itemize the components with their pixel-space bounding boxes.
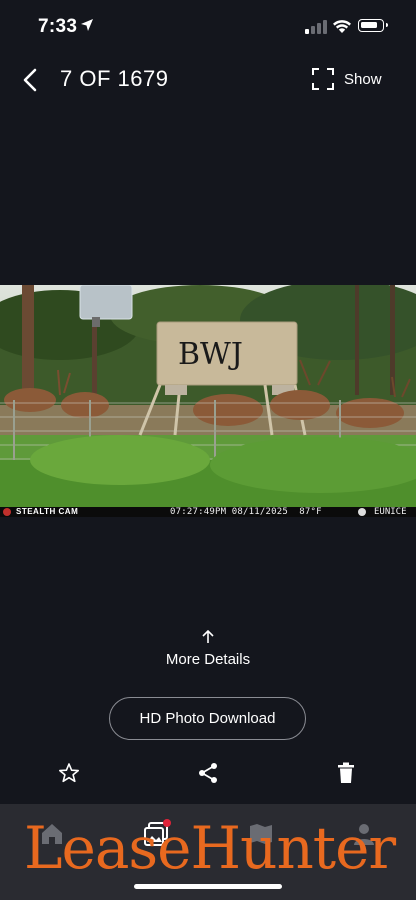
home-indicator[interactable] bbox=[134, 884, 282, 889]
photo-scene: BWJ bbox=[0, 285, 416, 507]
arrow-up-icon bbox=[202, 629, 214, 643]
fullscreen-icon bbox=[312, 68, 334, 90]
show-label: Show bbox=[344, 70, 382, 88]
star-icon[interactable] bbox=[58, 762, 80, 784]
photo-counter: 7 OF 1679 bbox=[60, 66, 169, 91]
back-button[interactable] bbox=[18, 66, 44, 94]
wifi-icon bbox=[333, 20, 351, 33]
leasehunter-watermark: LeaseHunter bbox=[24, 814, 396, 882]
battery-icon bbox=[358, 19, 388, 32]
camera-brand: STEALTH CAM bbox=[16, 507, 79, 516]
chevron-left-icon bbox=[23, 68, 37, 92]
camera-info-strip: STEALTH CAM 07:27:49PM 08/11/2025 87°F E… bbox=[0, 507, 416, 517]
trail-camera-photo[interactable]: BWJ STEALTH CAM 07:27:49PM 08/11/2025 87… bbox=[0, 285, 416, 517]
hd-photo-download-button[interactable]: HD Photo Download bbox=[109, 697, 306, 740]
more-details-label: More Details bbox=[165, 651, 251, 668]
show-fullscreen-button[interactable]: Show bbox=[312, 68, 382, 90]
moon-phase-icon bbox=[358, 508, 366, 516]
status-time: 7:33 bbox=[38, 16, 78, 37]
camera-time: 07:27:49PM 08/11/2025 bbox=[170, 507, 288, 517]
status-bar: 7:33 bbox=[0, 0, 416, 56]
trash-icon[interactable] bbox=[337, 762, 355, 784]
stealth-cam-logo-icon bbox=[3, 508, 11, 516]
photo-actions bbox=[0, 760, 416, 790]
feeder-logo-text: BWJ bbox=[178, 337, 243, 372]
camera-temperature: 87°F bbox=[299, 507, 322, 517]
viewer-header: 7 OF 1679 Show bbox=[0, 56, 416, 104]
camera-timestamp: 07:27:49PM 08/11/2025 87°F bbox=[170, 507, 322, 517]
cellular-signal-icon bbox=[305, 20, 327, 34]
location-arrow-icon bbox=[81, 19, 93, 31]
more-details-button[interactable]: More Details bbox=[0, 629, 416, 668]
camera-location: EUNICE bbox=[374, 507, 407, 517]
share-icon[interactable] bbox=[197, 762, 219, 784]
